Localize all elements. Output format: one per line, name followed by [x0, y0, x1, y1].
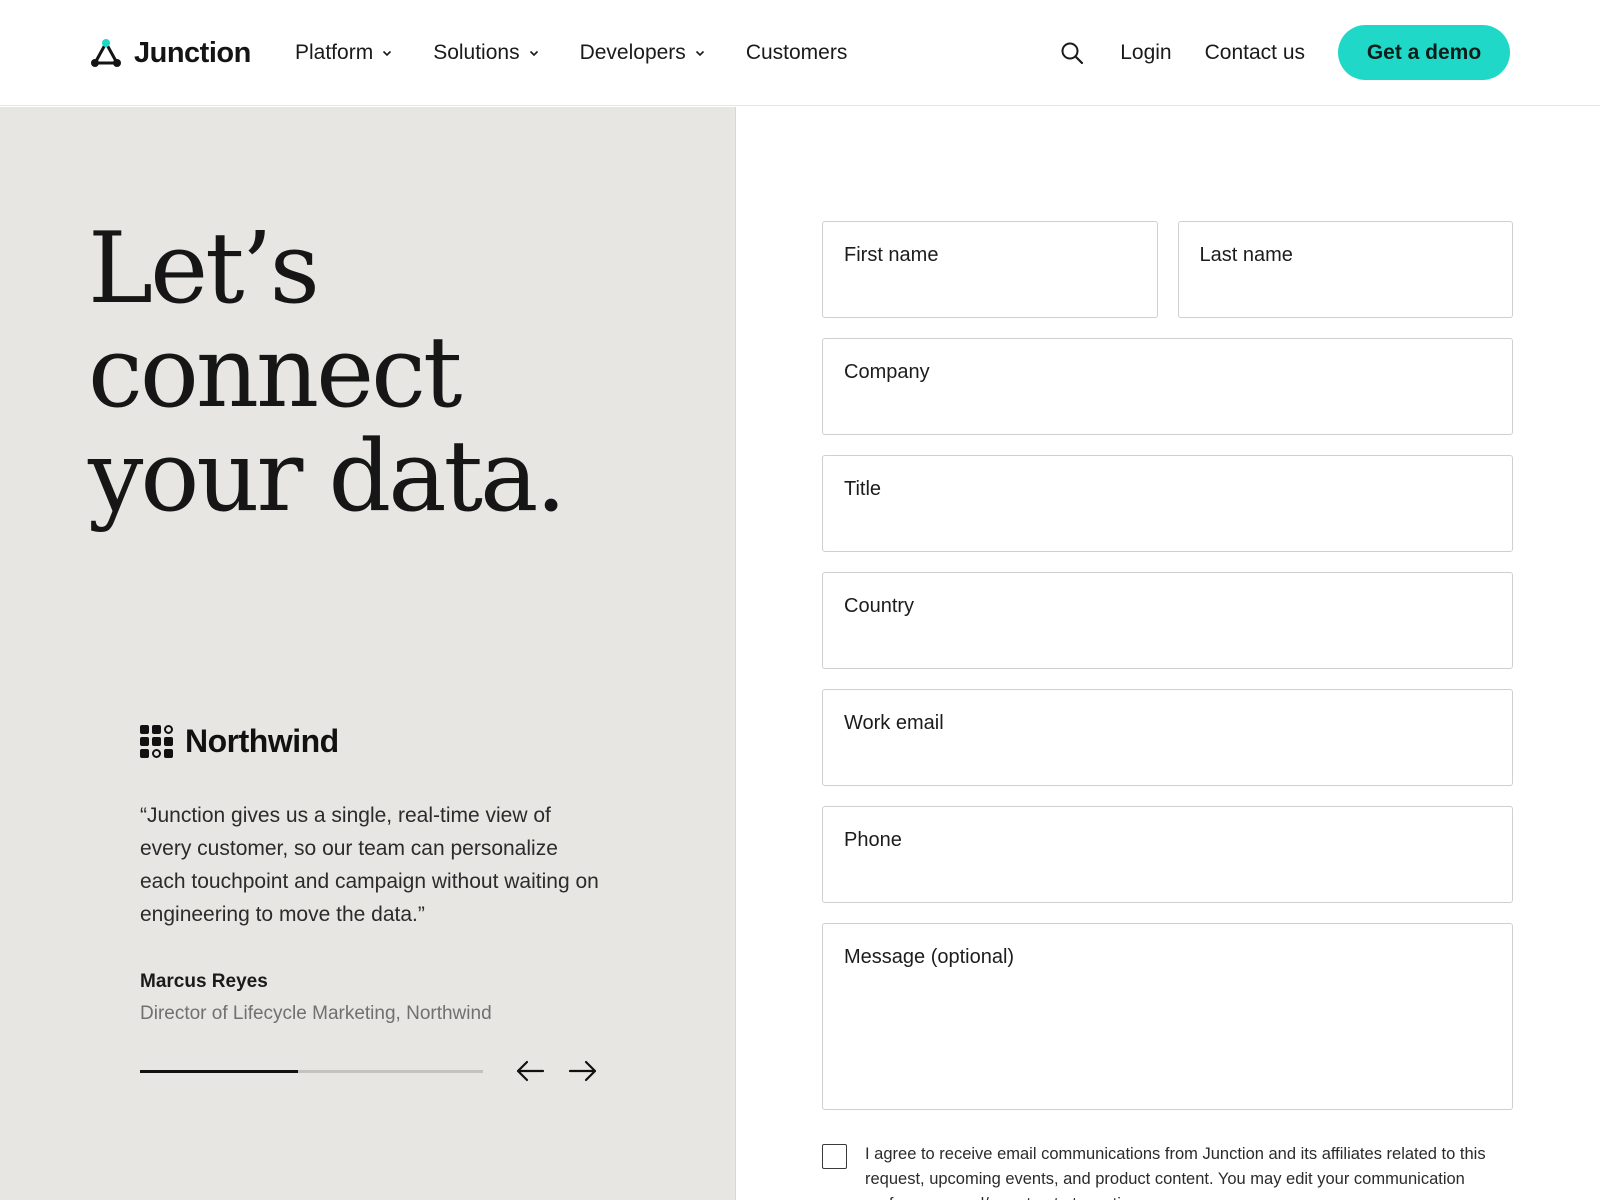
hero-heading: Let’s connect your data. [88, 212, 567, 534]
nav-developers[interactable]: Developers [580, 41, 706, 65]
testimonial-quote: “Junction gives us a single, real-time v… [140, 804, 599, 926]
get-a-demo-button[interactable]: Get a demo [1338, 25, 1510, 80]
first-name-label: First name [844, 244, 939, 266]
company-input[interactable] [843, 391, 1492, 421]
company-label: Company [844, 361, 930, 383]
chevron-down-icon [695, 50, 704, 57]
nav-developers-label: Developers [579, 41, 686, 64]
first-name-input[interactable] [843, 274, 1137, 304]
message-label: Message (optional) [844, 946, 1015, 968]
name-row: First name Last name [822, 221, 1513, 318]
first-name-field[interactable]: First name [822, 221, 1158, 318]
nav-solutions-label: Solutions [433, 41, 520, 64]
last-name-label: Last name [1199, 244, 1293, 266]
carousel-progress-track [140, 1070, 483, 1073]
demo-request-form: First name Last name Company Title Count… [822, 221, 1513, 1200]
title-field[interactable]: Title [822, 455, 1513, 552]
hero-line-1: Let’s [88, 212, 320, 326]
last-name-input[interactable] [1198, 274, 1492, 304]
site-header: Junction Platform Solutions Developers C… [0, 0, 1600, 106]
junction-logo[interactable]: Junction [90, 36, 251, 70]
consent-checkbox[interactable] [822, 1144, 847, 1169]
testimonial: Northwind “Junction gives us a single, r… [140, 723, 610, 1025]
nav-solutions[interactable]: Solutions [433, 41, 539, 65]
testimonial-carousel-controls [140, 1057, 600, 1087]
chevron-down-icon [529, 50, 538, 57]
main-nav: Platform Solutions Developers Customers [295, 38, 887, 68]
nav-platform-label: Platform [295, 41, 374, 64]
triangle-nodes-icon [90, 38, 122, 68]
grid-dots-icon [140, 724, 173, 758]
carousel-prev-button[interactable] [514, 1057, 546, 1085]
arrow-right-icon [568, 1060, 597, 1082]
title-label: Title [844, 478, 882, 500]
nav-customers-label: Customers [745, 41, 848, 64]
hero-line-2: connect [88, 316, 462, 430]
testimonial-role: Director of Lifecycle Marketing, Northwi… [140, 1003, 492, 1024]
carousel-next-button[interactable] [567, 1057, 599, 1085]
last-name-field[interactable]: Last name [1177, 221, 1513, 318]
contact-us-link[interactable]: Contact us [1205, 41, 1305, 65]
arrow-left-icon [516, 1060, 545, 1082]
carousel-progress-fill [140, 1070, 298, 1073]
chevron-down-icon [383, 50, 392, 57]
search-icon [1061, 42, 1084, 64]
consent-row: I agree to receive email communications … [822, 1142, 1513, 1200]
country-label: Country [844, 595, 915, 617]
phone-input[interactable] [843, 859, 1492, 889]
title-input[interactable] [843, 508, 1492, 538]
customer-brand: Northwind [140, 723, 610, 759]
work-email-input[interactable] [843, 742, 1492, 772]
work-email-label: Work email [844, 712, 944, 734]
nav-platform[interactable]: Platform [295, 41, 393, 65]
message-field[interactable]: Message (optional) [822, 923, 1513, 1110]
nav-customers[interactable]: Customers [746, 41, 848, 65]
hero-panel: Let’s connect your data. Northwind “Junc… [0, 107, 736, 1200]
logo-text: Junction [134, 36, 251, 69]
hero-line-3: your data. [88, 420, 567, 534]
testimonial-author: Marcus Reyes [140, 971, 268, 992]
header-actions: Login Contact us Get a demo [1058, 25, 1510, 80]
phone-field[interactable]: Phone [822, 806, 1513, 903]
message-textarea[interactable] [843, 976, 1492, 1096]
country-field[interactable]: Country [822, 572, 1513, 669]
customer-brand-name: Northwind [185, 722, 339, 759]
phone-label: Phone [844, 829, 902, 851]
search-button[interactable] [1058, 39, 1086, 67]
login-link[interactable]: Login [1120, 41, 1171, 65]
country-input[interactable] [843, 625, 1492, 655]
consent-text: I agree to receive email communications … [865, 1145, 1486, 1200]
company-field[interactable]: Company [822, 338, 1513, 435]
work-email-field[interactable]: Work email [822, 689, 1513, 786]
